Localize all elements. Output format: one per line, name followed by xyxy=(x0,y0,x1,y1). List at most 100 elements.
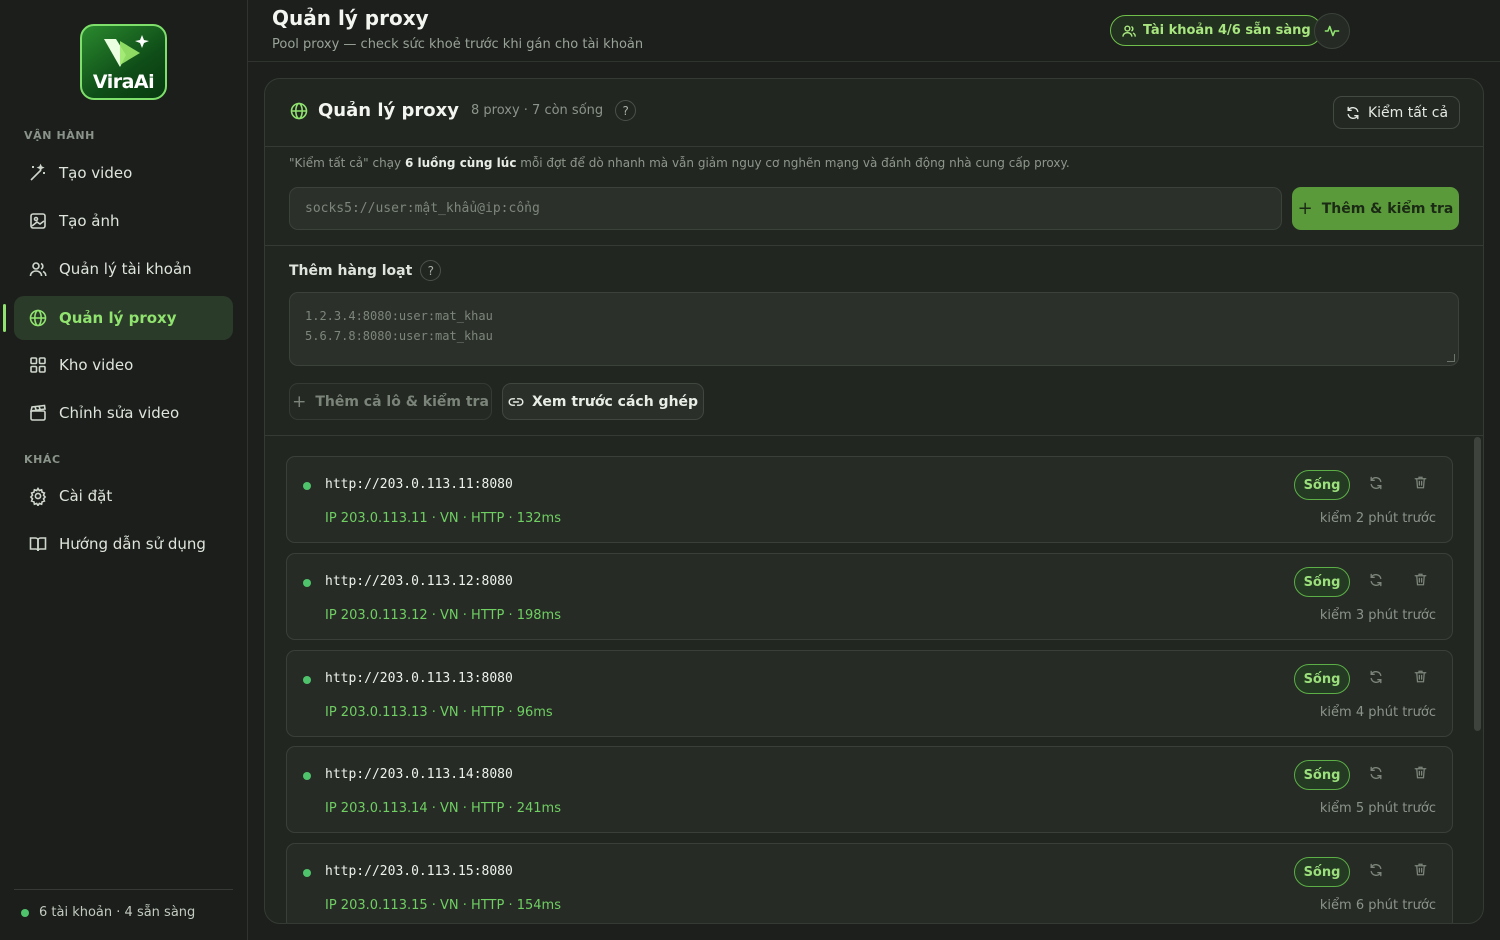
status-badge: Sống xyxy=(1294,857,1350,887)
sidebar: ViraAi VẬN HÀNH Tạo video Tạo ảnh Quản l… xyxy=(0,0,248,940)
account-status-summary: 6 tài khoản · 4 sẵn sàng xyxy=(21,905,195,920)
divider xyxy=(14,889,233,890)
delete-icon[interactable] xyxy=(1413,669,1428,684)
status-badge: Sống xyxy=(1294,664,1350,694)
proxy-url: http://203.0.113.12:8080 xyxy=(325,574,513,589)
proxy-url-input[interactable]: socks5://user:mật_khẩu@ip:cổng xyxy=(289,187,1282,230)
preview-format-button[interactable]: Xem trước cách ghép xyxy=(502,383,704,420)
status-badge: Sống xyxy=(1294,567,1350,597)
link-icon xyxy=(508,394,524,410)
sidebar-item-guide[interactable]: Hướng dẫn sử dụng xyxy=(14,522,233,566)
proxy-list: http://203.0.113.11:8080 IP 203.0.113.11… xyxy=(265,436,1483,923)
delete-icon[interactable] xyxy=(1413,475,1428,490)
sidebar-item-accounts[interactable]: Quản lý tài khoản xyxy=(14,247,233,291)
delete-icon[interactable] xyxy=(1413,765,1428,780)
accounts-ready-badge[interactable]: Tài khoản 4/6 sẵn sàng xyxy=(1110,15,1322,46)
delete-icon[interactable] xyxy=(1413,572,1428,587)
batch-add-and-check-button[interactable]: + Thêm cả lô & kiểm tra xyxy=(289,383,492,420)
activity-icon xyxy=(1323,22,1341,40)
plus-icon: + xyxy=(1297,198,1313,219)
recheck-icon[interactable] xyxy=(1368,475,1384,491)
live-status-dot xyxy=(303,772,311,780)
proxy-info: IP 203.0.113.13 · VN · HTTP · 96ms xyxy=(325,705,553,720)
sidebar-item-video-library[interactable]: Kho video xyxy=(14,343,233,387)
delete-icon[interactable] xyxy=(1413,862,1428,877)
proxy-url: http://203.0.113.14:8080 xyxy=(325,767,513,782)
section-label-operations: VẬN HÀNH xyxy=(24,129,95,142)
add-and-check-label: Thêm & kiểm tra xyxy=(1321,200,1454,217)
sidebar-item-create-image[interactable]: Tạo ảnh xyxy=(14,199,233,243)
globe-icon xyxy=(28,308,48,328)
batch-proxy-textarea[interactable]: 1.2.3.4:8080:user:mat_khau 5.6.7.8:8080:… xyxy=(289,292,1459,366)
proxy-row: http://203.0.113.13:8080 IP 203.0.113.13… xyxy=(286,650,1453,737)
status-badge: Sống xyxy=(1294,760,1350,790)
resize-handle[interactable] xyxy=(1447,354,1455,362)
brand-logo[interactable]: ViraAi xyxy=(80,24,167,100)
last-checked: kiểm 4 phút trước xyxy=(1319,705,1436,720)
status-dot xyxy=(21,908,29,917)
card-header: Quản lý proxy 8 proxy · 7 còn sống ? Kiể… xyxy=(265,79,1483,147)
proxy-management-card: Quản lý proxy 8 proxy · 7 còn sống ? Kiể… xyxy=(264,78,1484,924)
divider xyxy=(265,245,1483,246)
active-indicator xyxy=(3,304,6,332)
check-all-button[interactable]: Kiểm tất cả xyxy=(1333,96,1460,129)
play-logo-icon xyxy=(103,35,149,67)
help-icon[interactable]: ? xyxy=(420,260,442,281)
proxy-info: IP 203.0.113.15 · VN · HTTP · 154ms xyxy=(325,898,561,913)
proxy-url: http://203.0.113.13:8080 xyxy=(325,671,513,686)
activity-button[interactable] xyxy=(1314,13,1350,49)
accounts-ready-text: Tài khoản 4/6 sẵn sàng xyxy=(1143,23,1311,38)
recheck-icon[interactable] xyxy=(1368,572,1384,588)
sidebar-item-label: Tạo video xyxy=(59,164,133,182)
sidebar-item-proxy[interactable]: Quản lý proxy xyxy=(14,296,233,340)
account-status-text: 6 tài khoản · 4 sẵn sàng xyxy=(39,905,196,920)
proxy-row: http://203.0.113.15:8080 IP 203.0.113.15… xyxy=(286,843,1453,923)
sidebar-item-label: Hướng dẫn sử dụng xyxy=(59,535,206,553)
concurrency-note: "Kiểm tất cả" chạy 6 luồng cùng lúc mỗi … xyxy=(289,156,1070,170)
clapperboard-icon xyxy=(28,403,48,423)
recheck-icon[interactable] xyxy=(1368,669,1384,685)
proxy-row: http://203.0.113.14:8080 IP 203.0.113.14… xyxy=(286,746,1453,833)
sidebar-item-label: Tạo ảnh xyxy=(59,212,120,230)
book-icon xyxy=(28,534,48,554)
batch-placeholder-line: 1.2.3.4:8080:user:mat_khau xyxy=(305,309,493,323)
globe-icon xyxy=(289,101,309,121)
add-and-check-button[interactable]: + Thêm & kiểm tra xyxy=(1292,187,1459,230)
proxy-count-meta: 8 proxy · 7 còn sống xyxy=(471,103,604,118)
users-icon xyxy=(28,259,48,279)
plus-icon: + xyxy=(292,391,307,412)
batch-placeholder-line: 5.6.7.8:8080:user:mat_khau xyxy=(305,329,493,343)
magic-wand-icon xyxy=(28,163,48,183)
proxy-row: http://203.0.113.11:8080 IP 203.0.113.11… xyxy=(286,456,1453,543)
page-header: Quản lý proxy Pool proxy — check sức kho… xyxy=(248,0,1500,62)
recheck-icon[interactable] xyxy=(1368,765,1384,781)
proxy-row: http://203.0.113.12:8080 IP 203.0.113.12… xyxy=(286,553,1453,640)
page-subtitle: Pool proxy — check sức khoẻ trước khi gá… xyxy=(272,37,644,52)
proxy-url: http://203.0.113.15:8080 xyxy=(325,864,513,879)
brand-name: ViraAi xyxy=(92,71,155,93)
proxy-info: IP 203.0.113.14 · VN · HTTP · 241ms xyxy=(325,801,561,816)
sidebar-item-create-video[interactable]: Tạo video xyxy=(14,151,233,195)
page-title: Quản lý proxy xyxy=(272,6,429,30)
live-status-dot xyxy=(303,579,311,587)
card-title: Quản lý proxy 8 proxy · 7 còn sống ? xyxy=(289,100,637,121)
live-status-dot xyxy=(303,482,311,490)
sidebar-item-edit-video[interactable]: Chỉnh sửa video xyxy=(14,391,233,435)
check-all-label: Kiểm tất cả xyxy=(1367,104,1449,121)
grid-icon xyxy=(28,355,48,375)
refresh-icon xyxy=(1345,105,1361,121)
section-label-other: KHÁC xyxy=(24,453,61,466)
proxy-info: IP 203.0.113.12 · VN · HTTP · 198ms xyxy=(325,608,561,623)
recheck-icon[interactable] xyxy=(1368,862,1384,878)
help-icon[interactable]: ? xyxy=(615,100,637,121)
sidebar-item-label: Quản lý proxy xyxy=(59,309,177,327)
batch-add-label: Thêm hàng loạt ? xyxy=(289,260,442,281)
last-checked: kiểm 6 phút trước xyxy=(1319,898,1436,913)
proxy-url: http://203.0.113.11:8080 xyxy=(325,477,513,492)
sidebar-item-label: Cài đặt xyxy=(59,487,113,505)
image-icon xyxy=(28,211,48,231)
live-status-dot xyxy=(303,676,311,684)
batch-add-and-check-label: Thêm cả lô & kiểm tra xyxy=(315,393,489,410)
gear-icon xyxy=(28,486,48,506)
sidebar-item-settings[interactable]: Cài đặt xyxy=(14,474,233,518)
